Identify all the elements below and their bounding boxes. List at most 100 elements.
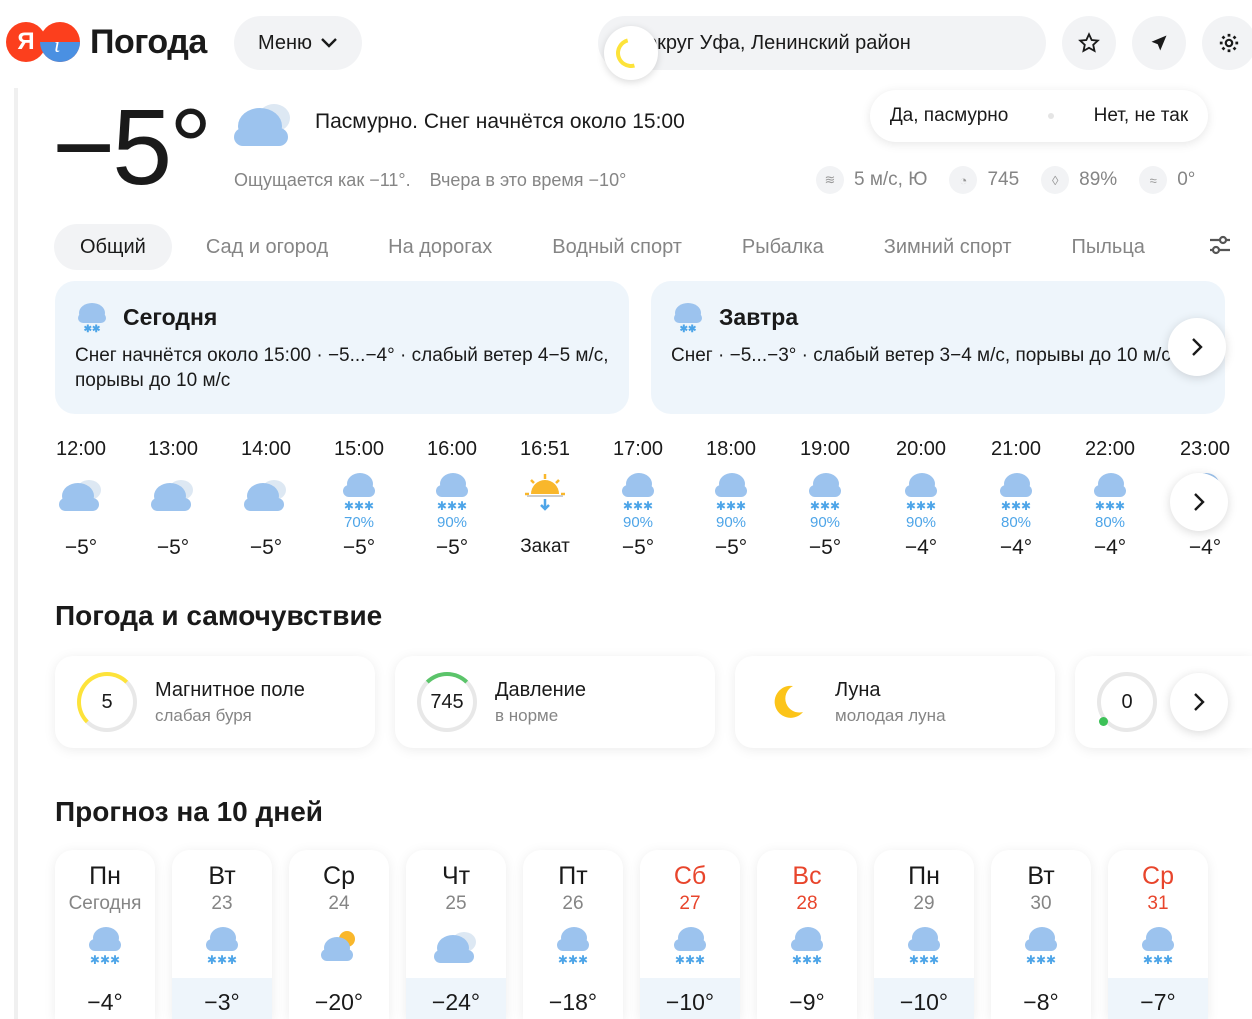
forecast-day[interactable]: Вт 23 ✱✱✱ −3°: [172, 850, 272, 1019]
forecast-day[interactable]: Вт 30 ✱✱✱ −8°: [991, 850, 1091, 1019]
pressure-card[interactable]: 745 Давление в норме: [395, 656, 715, 748]
snow-icon: ✱✱✱: [417, 466, 487, 514]
day-temp: −20°: [314, 989, 364, 1015]
cloud-icon: [406, 921, 506, 971]
humidity-param: ◊ 89%: [1041, 166, 1117, 194]
day-date: 26: [562, 893, 584, 914]
tab-roads[interactable]: На дорогах: [362, 224, 518, 270]
hour-precip-prob: 80%: [1094, 514, 1126, 531]
moon-title: Луна: [835, 678, 881, 701]
snow-icon: ✱✱✱: [991, 921, 1091, 971]
day-name: Вт: [1027, 862, 1055, 890]
svg-text:✱✱✱: ✱✱✱: [344, 499, 374, 513]
day-date: 27: [679, 893, 701, 914]
forecast-day[interactable]: Пн Сегодня ✱✱✱ −4°: [55, 850, 155, 1019]
hour-temp: −5°: [249, 536, 283, 559]
magnetic-sub: слабая буря: [155, 705, 252, 725]
menu-button[interactable]: Меню: [234, 16, 362, 70]
svg-text:✱✱✱: ✱✱✱: [716, 499, 746, 513]
day-date: 28: [796, 893, 818, 914]
pressure-title: Давление: [495, 678, 586, 701]
snow-icon: ✱✱✱: [172, 921, 272, 971]
location-arrow-icon: [1151, 35, 1167, 51]
forecast-day[interactable]: Пн 29 ✱✱✱ −10°: [874, 850, 974, 1019]
filter-settings-icon[interactable]: [1208, 234, 1232, 262]
logo[interactable]: Я ι Погода: [6, 20, 207, 64]
forecast-day[interactable]: Ср 31 ✱✱✱ −7°: [1108, 850, 1208, 1019]
geolocation-button[interactable]: [1132, 16, 1186, 70]
svg-text:✱✱✱: ✱✱✱: [90, 953, 120, 967]
hour-item: 19:00 ✱✱✱ 90% −5°: [790, 438, 860, 560]
wellbeing-next-button[interactable]: [1170, 673, 1228, 731]
hour-time: 18:00: [705, 438, 757, 460]
feedback-yes-button[interactable]: Да, пасмурно: [890, 105, 1009, 127]
location-search-input[interactable]: округ Уфа, Ленинский район: [598, 16, 1046, 70]
tab-general[interactable]: Общий: [54, 224, 172, 270]
favorite-button[interactable]: [1062, 16, 1116, 70]
day-name: Пн: [89, 862, 121, 890]
hour-precip-prob: 90%: [622, 514, 654, 531]
forecast-day[interactable]: Вс 28 ✱✱✱ −9°: [757, 850, 857, 1019]
hour-temp: −4°: [1093, 536, 1127, 559]
hour-item: 16:00 ✱✱✱ 90% −5°: [417, 438, 487, 560]
hour-item: 16:51 Закат: [510, 438, 580, 558]
yesterday-temp: Вчера в это время −10°: [429, 170, 627, 190]
tab-water-sport[interactable]: Водный спорт: [526, 224, 708, 270]
snow-icon: ✱✱: [78, 303, 106, 333]
day-name: Ср: [323, 862, 355, 890]
chevron-right-icon: [1192, 338, 1203, 356]
wind-value: 5 м/с, Ю: [854, 169, 928, 190]
tab-pollen[interactable]: Пыльца: [1046, 224, 1171, 270]
cloud-icon: [230, 96, 298, 155]
svg-text:✱✱✱: ✱✱✱: [1001, 499, 1031, 513]
snow-icon: ✱✱✱: [696, 466, 766, 514]
day-name: Сб: [673, 862, 707, 890]
forecast-title: Прогноз на 10 дней: [55, 796, 323, 827]
condition-text: Пасмурно. Снег начнётся около 15:00: [315, 110, 685, 133]
tomorrow-card[interactable]: ✱✱ Завтра Снег · −5...−3° · слабый ветер…: [651, 281, 1225, 414]
magnetic-card[interactable]: 5 Магнитное поле слабая буря: [55, 656, 375, 748]
today-title: Сегодня: [123, 303, 218, 330]
forecast-day[interactable]: Сб 27 ✱✱✱ −10°: [640, 850, 740, 1019]
moon-card[interactable]: Луна молодая луна: [735, 656, 1055, 748]
today-card[interactable]: ✱✱ Сегодня Снег начнётся около 15:00 · −…: [55, 281, 629, 414]
tab-winter-sport[interactable]: Зимний спорт: [858, 224, 1038, 270]
hour-item: 13:00 −5°: [138, 438, 208, 560]
svg-text:✱✱✱: ✱✱✱: [1026, 953, 1056, 967]
hour-precip-prob: [46, 514, 116, 536]
cloud-icon: [231, 466, 301, 514]
tomorrow-title: Завтра: [719, 303, 799, 330]
day-name: Вс: [792, 862, 822, 890]
forecast-day[interactable]: Чт 25 −24°: [406, 850, 506, 1019]
hourly-next-button[interactable]: [1170, 473, 1228, 531]
pressure-value: 745: [987, 169, 1020, 190]
hour-item: 17:00 ✱✱✱ 90% −5°: [603, 438, 673, 560]
hour-precip-prob: 90%: [905, 514, 937, 531]
tab-garden[interactable]: Сад и огород: [180, 224, 354, 270]
chevron-down-icon: [321, 38, 337, 48]
hour-time: 16:00: [426, 438, 478, 460]
category-tabs: Общий Сад и огород На дорогах Водный спо…: [54, 224, 1179, 270]
snow-icon: ✱✱✱: [757, 921, 857, 971]
day-temp: −3°: [204, 989, 240, 1015]
tab-fishing[interactable]: Рыбалка: [716, 224, 850, 270]
svg-text:✱✱✱: ✱✱✱: [623, 499, 653, 513]
partly-cloudy-icon: [289, 921, 389, 971]
day-temp: −7°: [1140, 989, 1176, 1015]
forecast-day[interactable]: Ср 24 −20°: [289, 850, 389, 1019]
forecast-day[interactable]: Пт 26 ✱✱✱ −18°: [523, 850, 623, 1019]
cards-next-button[interactable]: [1168, 318, 1226, 376]
day-name: Чт: [441, 862, 471, 890]
svg-text:✱✱✱: ✱✱✱: [909, 953, 939, 967]
snow-icon: ✱✱✱: [603, 466, 673, 514]
hour-time: 12:00: [55, 438, 107, 460]
feedback-no-button[interactable]: Нет, не так: [1094, 105, 1189, 127]
feels-like: Ощущается как −11°.: [234, 170, 411, 190]
settings-button[interactable]: [1202, 16, 1252, 70]
location-text: округ Уфа, Ленинский район: [646, 31, 911, 54]
menu-label: Меню: [257, 31, 313, 54]
hour-temp: −4°: [999, 536, 1033, 559]
pressure-gauge: 745: [417, 672, 477, 732]
hour-temp: −5°: [714, 536, 748, 559]
water-waves-icon: ≈: [1139, 166, 1168, 194]
